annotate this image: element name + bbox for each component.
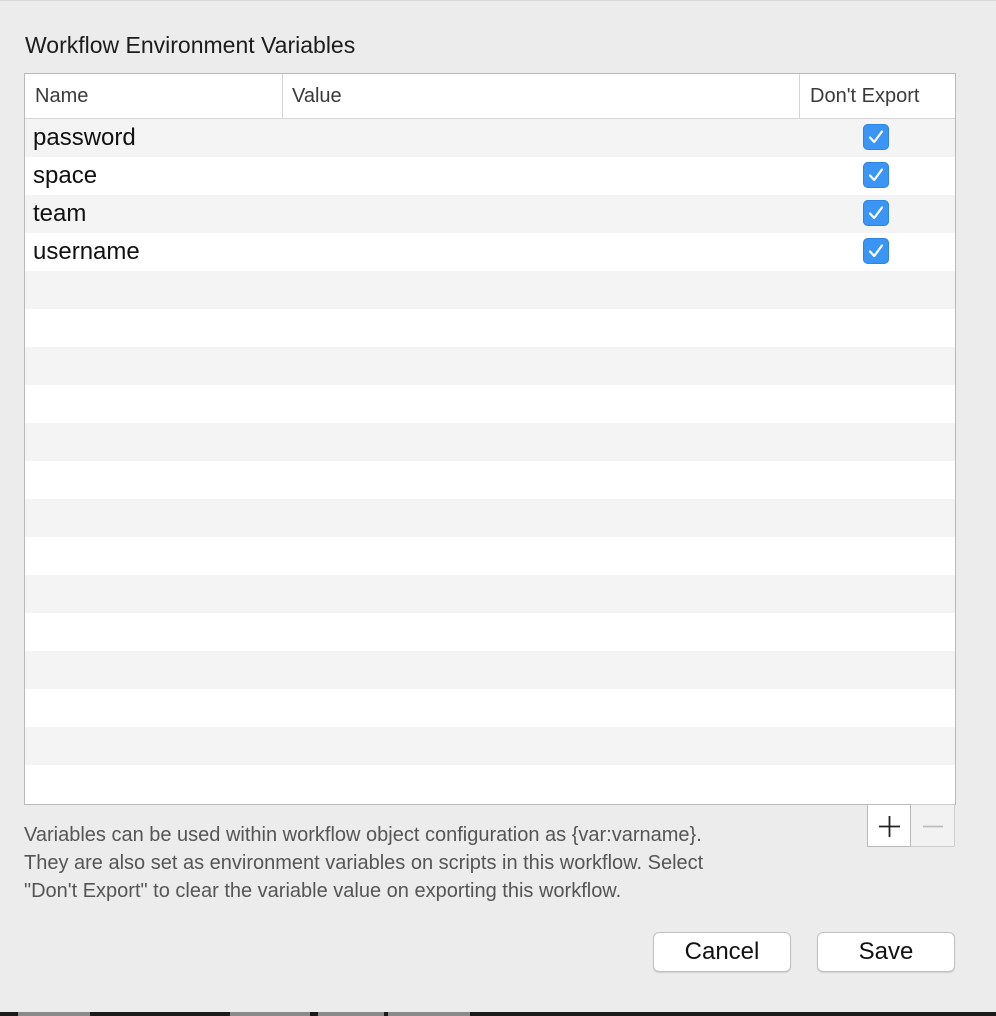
help-text-line: "Don't Export" to clear the variable val… — [24, 880, 622, 902]
empty-row — [25, 651, 955, 689]
variable-name[interactable]: username — [33, 233, 140, 271]
empty-row — [25, 765, 955, 803]
table-row[interactable]: space — [25, 157, 955, 195]
dont-export-checkbox[interactable] — [863, 124, 889, 150]
variable-value[interactable] — [291, 157, 791, 195]
empty-row — [25, 385, 955, 423]
env-variables-dialog: Workflow Environment Variables Name Valu… — [0, 0, 996, 1013]
table-header: Name Value Don't Export — [25, 74, 955, 119]
empty-row — [25, 727, 955, 765]
table-row[interactable]: username — [25, 233, 955, 271]
remove-variable-button[interactable] — [911, 804, 955, 847]
empty-row — [25, 461, 955, 499]
variable-name[interactable]: password — [33, 119, 136, 157]
column-header-value[interactable]: Value — [282, 74, 799, 118]
table-row[interactable]: password — [25, 119, 955, 157]
column-header-name[interactable]: Name — [25, 74, 282, 118]
checkmark-icon — [868, 244, 884, 258]
dont-export-checkbox[interactable] — [863, 162, 889, 188]
variable-value[interactable] — [291, 119, 791, 157]
empty-row — [25, 499, 955, 537]
help-text-line: They are also set as environment variabl… — [24, 852, 704, 874]
plus-icon — [879, 816, 900, 837]
dont-export-checkbox[interactable] — [863, 238, 889, 264]
help-text: Variables can be used within workflow ob… — [24, 821, 844, 905]
column-header-dont-export[interactable]: Don't Export — [799, 74, 955, 118]
empty-row — [25, 423, 955, 461]
variable-name[interactable]: team — [33, 195, 86, 233]
add-variable-button[interactable] — [867, 804, 911, 847]
background-window-edge — [0, 1012, 996, 1016]
table-body: password space team username — [25, 119, 955, 804]
variable-name[interactable]: space — [33, 157, 97, 195]
table-row[interactable]: team — [25, 195, 955, 233]
save-button[interactable]: Save — [817, 932, 955, 972]
minus-icon — [923, 825, 943, 828]
dialog-title: Workflow Environment Variables — [25, 32, 356, 58]
cancel-button[interactable]: Cancel — [653, 932, 791, 972]
help-text-line: Variables can be used within workflow ob… — [24, 824, 702, 846]
empty-row — [25, 347, 955, 385]
empty-row — [25, 689, 955, 727]
empty-row — [25, 537, 955, 575]
empty-row — [25, 575, 955, 613]
empty-row — [25, 613, 955, 651]
dont-export-checkbox[interactable] — [863, 200, 889, 226]
empty-row — [25, 271, 955, 309]
empty-row — [25, 309, 955, 347]
variable-value[interactable] — [291, 233, 791, 271]
checkmark-icon — [868, 206, 884, 220]
variable-value[interactable] — [291, 195, 791, 233]
checkmark-icon — [868, 168, 884, 182]
checkmark-icon — [868, 130, 884, 144]
variables-table: Name Value Don't Export password space t… — [24, 73, 956, 805]
